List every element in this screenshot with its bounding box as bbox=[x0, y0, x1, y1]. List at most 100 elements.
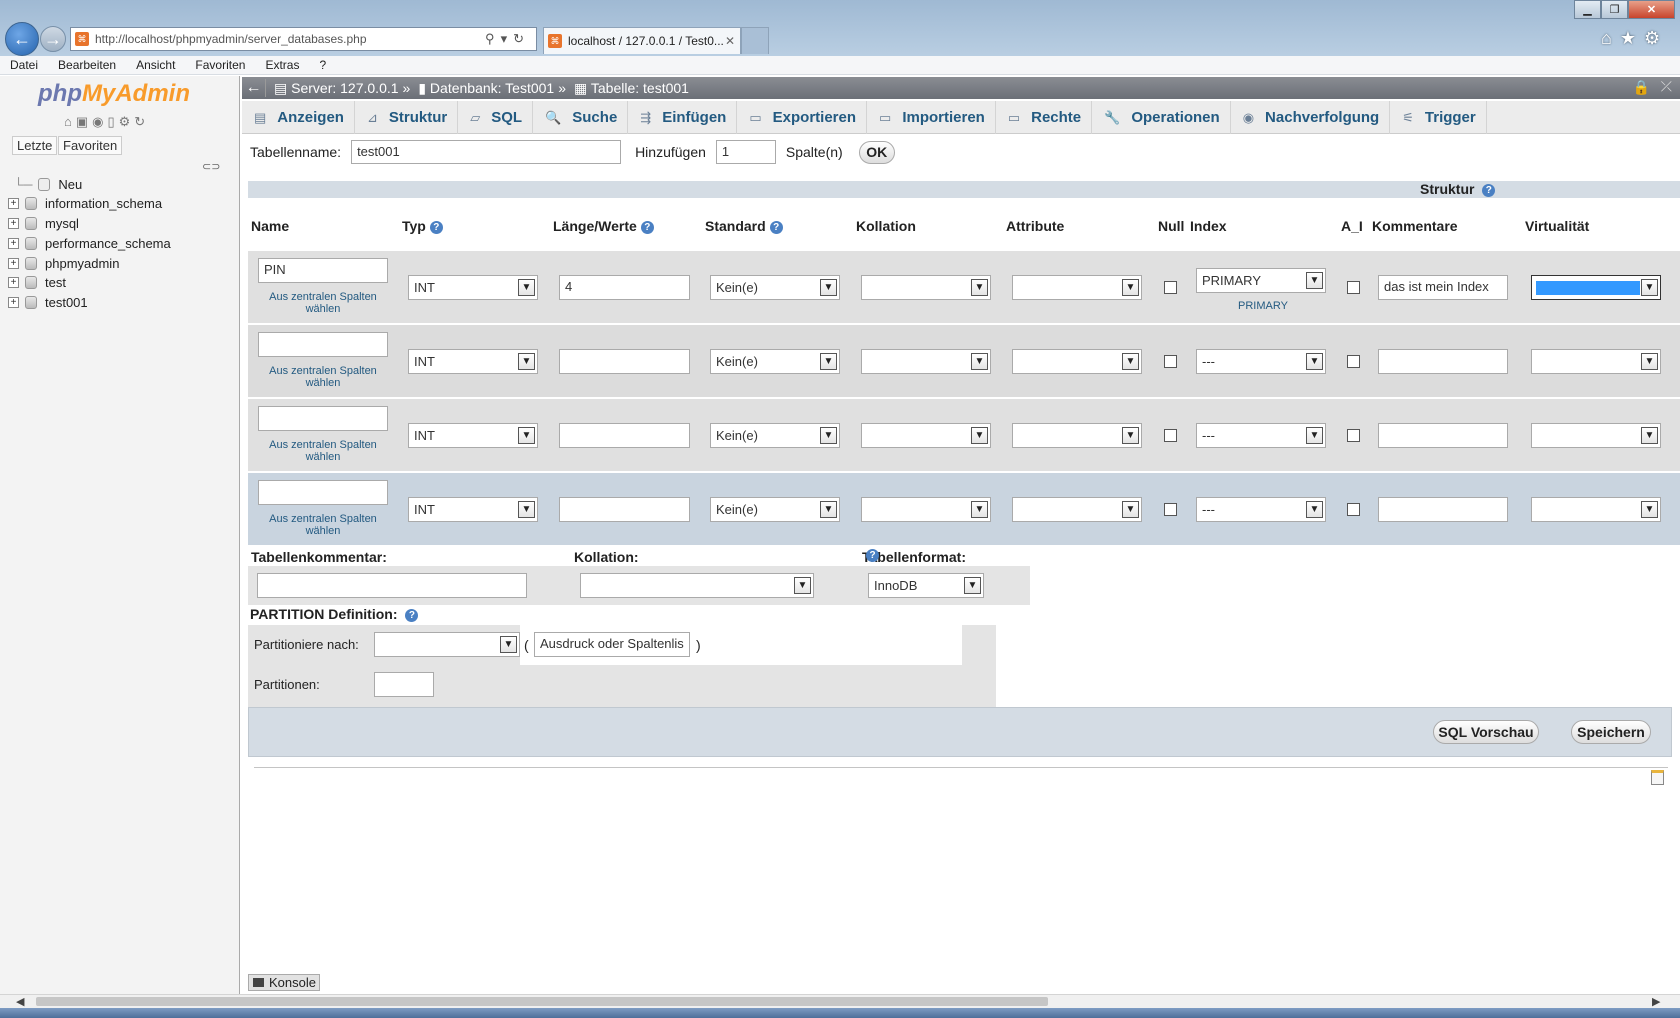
collapse-nav-icon[interactable]: ← bbox=[242, 79, 266, 97]
partition-by-select[interactable]: ▼ bbox=[374, 632, 520, 657]
central-columns-link[interactable]: Aus zentralen Spalten wählen bbox=[258, 291, 388, 315]
breadcrumb-server[interactable]: ▤ Server: 127.0.0.1 bbox=[274, 80, 399, 97]
tab-suche[interactable]: 🔍 Suche bbox=[533, 101, 629, 134]
ai-checkbox[interactable] bbox=[1347, 355, 1360, 368]
virtuality-select[interactable]: ▼ bbox=[1531, 275, 1661, 300]
tab-anzeigen[interactable]: ▤ Anzeigen bbox=[242, 101, 355, 134]
browser-tab[interactable]: ⌘ localhost / 127.0.0.1 / Test0... ✕ bbox=[543, 27, 741, 54]
tab-struktur[interactable]: ⊿ Struktur bbox=[355, 101, 459, 134]
menu-extras[interactable]: Extras bbox=[255, 58, 309, 72]
table-format-select[interactable]: InnoDB ▼ bbox=[868, 573, 984, 598]
type-select[interactable]: INT ▼ bbox=[408, 423, 538, 448]
length-input[interactable] bbox=[559, 349, 690, 374]
help-icon[interactable]: ? bbox=[1482, 183, 1496, 197]
virtuality-select[interactable]: ▼ bbox=[1531, 497, 1661, 522]
help-icon[interactable]: ? bbox=[640, 220, 654, 234]
horizontal-scrollbar[interactable]: ◀ ▶ bbox=[0, 994, 1680, 1008]
url-text[interactable]: http://localhost/phpmyadmin/server_datab… bbox=[95, 32, 485, 46]
tree-item-mysql[interactable]: + mysql bbox=[8, 216, 79, 231]
scroll-left-icon[interactable]: ◀ bbox=[16, 995, 24, 1008]
menu-help[interactable]: ? bbox=[309, 58, 336, 72]
field-name-input[interactable] bbox=[258, 406, 388, 431]
breadcrumb-database[interactable]: ▮ Datenbank: Test001 bbox=[418, 80, 554, 97]
tab-trigger[interactable]: ⚟ Trigger bbox=[1390, 101, 1487, 134]
tree-item-new[interactable]: └─ Neu bbox=[14, 177, 82, 192]
tab-importieren[interactable]: ▭ Importieren bbox=[867, 101, 996, 134]
table-comment-input[interactable] bbox=[257, 573, 527, 598]
attribute-select[interactable]: ▼ bbox=[1012, 349, 1142, 374]
default-select[interactable]: Kein(e) ▼ bbox=[710, 423, 840, 448]
link-icon[interactable]: ⊂⊃ bbox=[202, 160, 220, 173]
menu-favoriten[interactable]: Favoriten bbox=[185, 58, 255, 72]
tree-item-information-schema[interactable]: + information_schema bbox=[8, 196, 162, 211]
partition-expression-input[interactable]: Ausdruck oder Spaltenlis bbox=[534, 632, 690, 657]
default-select[interactable]: Kein(e) ▼ bbox=[710, 497, 840, 522]
comment-input[interactable] bbox=[1378, 497, 1508, 522]
field-name-input[interactable]: PIN bbox=[258, 258, 388, 283]
add-columns-input[interactable]: 1 bbox=[715, 140, 776, 164]
ai-checkbox[interactable] bbox=[1347, 429, 1360, 442]
collation-select[interactable]: ▼ bbox=[861, 423, 991, 448]
menu-bearbeiten[interactable]: Bearbeiten bbox=[48, 58, 126, 72]
type-select[interactable]: INT ▼ bbox=[408, 275, 538, 300]
field-name-input[interactable] bbox=[258, 332, 388, 357]
search-refresh-icons[interactable]: ⚲▾↻ bbox=[485, 31, 530, 47]
field-name-input[interactable] bbox=[258, 480, 388, 505]
type-select[interactable]: INT ▼ bbox=[408, 497, 538, 522]
tree-item-test001[interactable]: + test001 bbox=[8, 295, 88, 310]
index-select[interactable]: --- ▼ bbox=[1196, 497, 1326, 522]
collation-select[interactable]: ▼ bbox=[861, 497, 991, 522]
default-select[interactable]: Kein(e) ▼ bbox=[710, 275, 840, 300]
null-checkbox[interactable] bbox=[1164, 503, 1177, 516]
tab-sql[interactable]: ▱ SQL bbox=[458, 101, 534, 134]
expand-icon[interactable]: + bbox=[8, 297, 19, 308]
collapse-icon[interactable]: ⤫ bbox=[1661, 78, 1672, 95]
tab-letzte[interactable]: Letzte bbox=[12, 136, 58, 155]
scroll-right-icon[interactable]: ▶ bbox=[1652, 995, 1660, 1008]
comment-input[interactable] bbox=[1378, 423, 1508, 448]
central-columns-link[interactable]: Aus zentralen Spalten wählen bbox=[258, 513, 388, 537]
type-select[interactable]: INT ▼ bbox=[408, 349, 538, 374]
ai-checkbox[interactable] bbox=[1347, 281, 1360, 294]
expand-icon[interactable]: + bbox=[8, 238, 19, 249]
virtuality-select[interactable]: ▼ bbox=[1531, 349, 1661, 374]
close-window-button[interactable]: ✕ bbox=[1628, 0, 1675, 19]
help-icon[interactable]: ? bbox=[405, 608, 419, 622]
page-settings-icon[interactable] bbox=[1651, 770, 1664, 785]
tree-item-test[interactable]: + test bbox=[8, 275, 66, 290]
tab-rechte[interactable]: ▭ Rechte bbox=[996, 101, 1093, 134]
help-icon[interactable]: ? bbox=[429, 220, 443, 234]
index-select[interactable]: --- ▼ bbox=[1196, 423, 1326, 448]
sql-preview-button[interactable]: SQL Vorschau bbox=[1433, 720, 1539, 744]
table-name-input[interactable]: test001 bbox=[351, 140, 622, 164]
phpmyadmin-logo[interactable]: phpMyAdmin bbox=[38, 80, 190, 108]
tab-exportieren[interactable]: ▭ Exportieren bbox=[737, 101, 868, 134]
menu-ansicht[interactable]: Ansicht bbox=[126, 58, 185, 72]
help-icon[interactable]: ? bbox=[866, 549, 879, 562]
tab-einfuegen[interactable]: ⇶ Einfügen bbox=[628, 101, 738, 134]
default-select[interactable]: Kein(e) ▼ bbox=[710, 349, 840, 374]
minimize-button[interactable]: ▁ bbox=[1574, 0, 1601, 19]
partitions-count-input[interactable] bbox=[374, 672, 434, 697]
lock-icon[interactable]: 🔒 bbox=[1633, 79, 1650, 96]
index-select[interactable]: PRIMARY ▼ bbox=[1196, 268, 1326, 293]
help-icon[interactable]: ? bbox=[769, 220, 783, 234]
tree-item-phpmyadmin[interactable]: + phpmyadmin bbox=[8, 256, 119, 271]
collation-select[interactable]: ▼ bbox=[861, 275, 991, 300]
index-select[interactable]: --- ▼ bbox=[1196, 349, 1326, 374]
breadcrumb-table[interactable]: ▦ Tabelle: test001 bbox=[574, 80, 689, 97]
length-input[interactable]: 4 bbox=[559, 275, 690, 300]
ok-button[interactable]: OK bbox=[858, 140, 895, 164]
virtuality-select[interactable]: ▼ bbox=[1531, 423, 1661, 448]
tab-nachverfolgung[interactable]: ◉ Nachverfolgung bbox=[1231, 101, 1391, 134]
central-columns-link[interactable]: Aus zentralen Spalten wählen bbox=[258, 439, 388, 463]
close-tab-icon[interactable]: ✕ bbox=[725, 34, 735, 48]
address-bar[interactable]: ⌘ http://localhost/phpmyadmin/server_dat… bbox=[70, 27, 537, 51]
expand-icon[interactable]: + bbox=[8, 258, 19, 269]
null-checkbox[interactable] bbox=[1164, 281, 1177, 294]
tab-operationen[interactable]: 🔧 Operationen bbox=[1092, 101, 1231, 134]
length-input[interactable] bbox=[559, 497, 690, 522]
browser-tool-icons[interactable]: ⌂★⚙ bbox=[1601, 28, 1668, 49]
attribute-select[interactable]: ▼ bbox=[1012, 423, 1142, 448]
new-tab-button[interactable] bbox=[741, 27, 769, 54]
